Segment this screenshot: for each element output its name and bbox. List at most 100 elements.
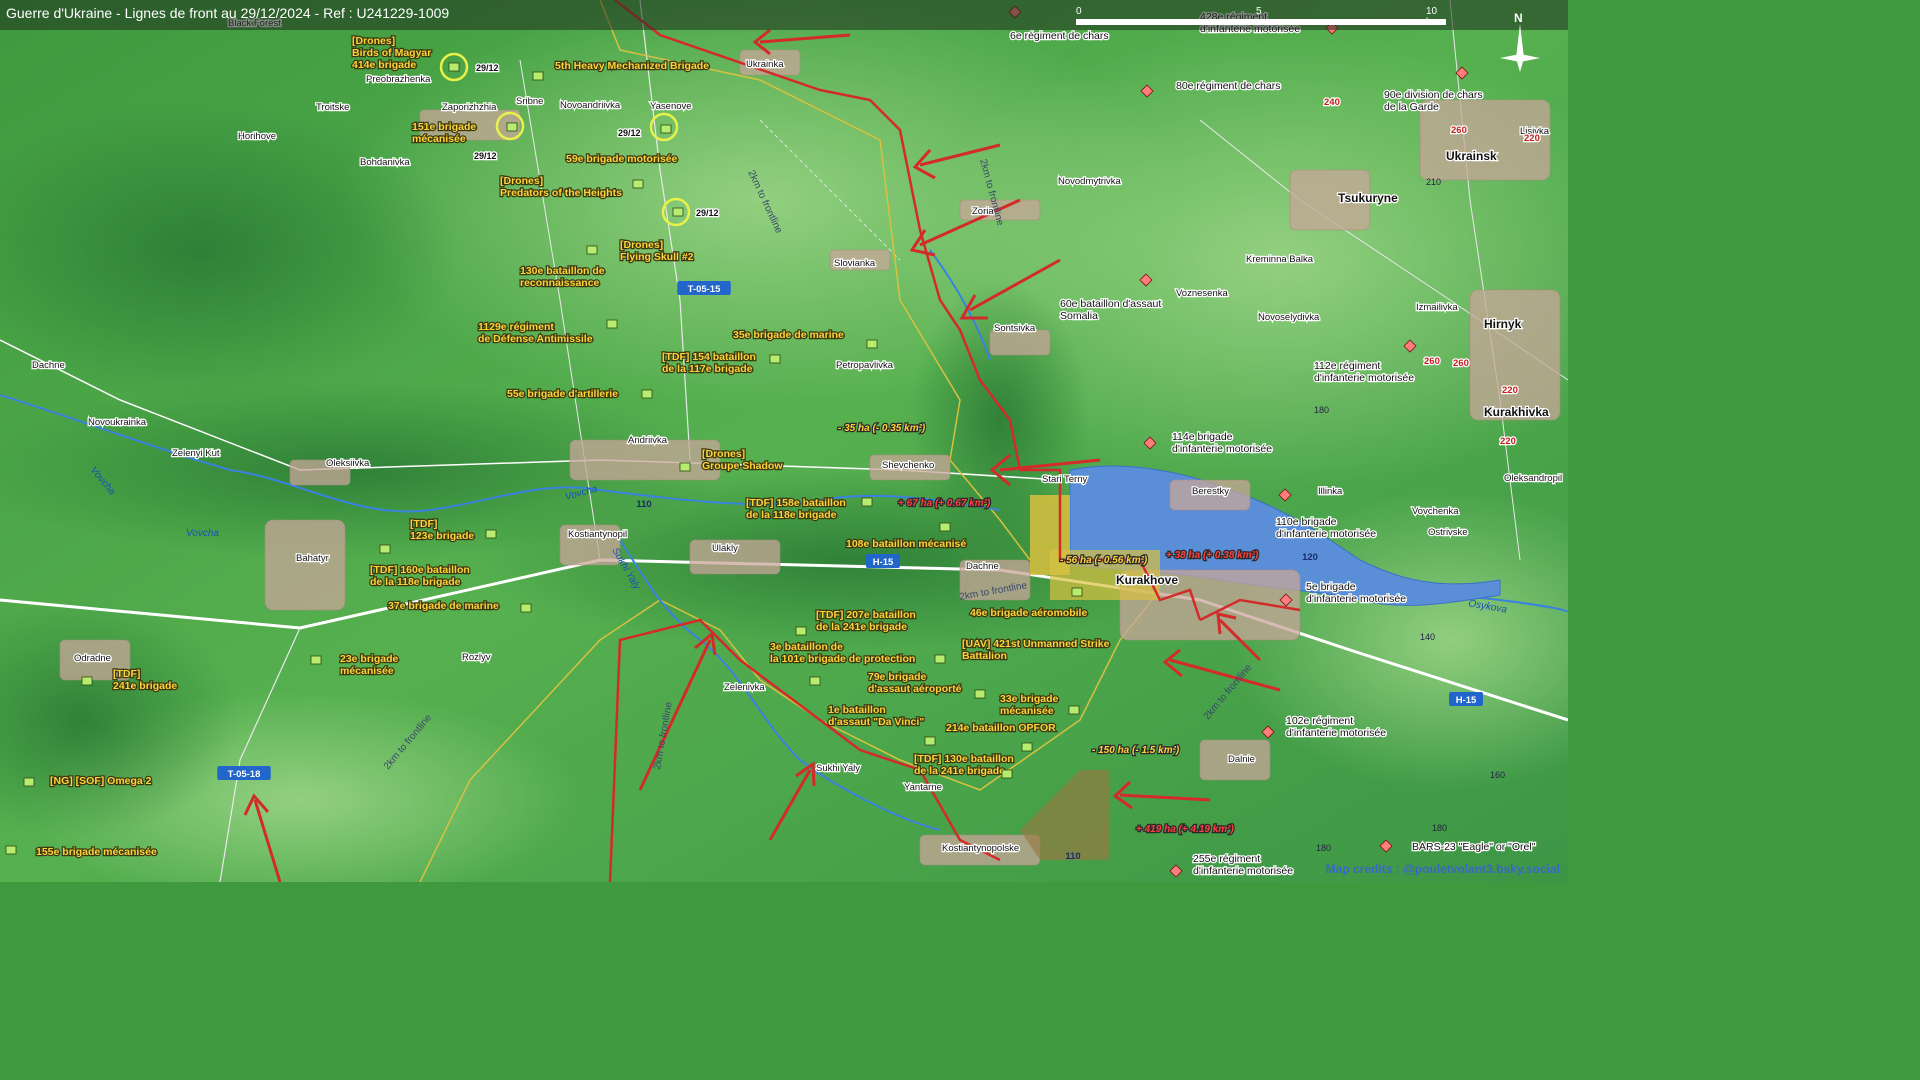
place-label: Berestky (1192, 486, 1229, 497)
ukr-unit-icon[interactable] (632, 179, 644, 189)
place-label: Tsukuryne (1338, 191, 1398, 205)
ukr-unit-icon[interactable] (485, 529, 497, 539)
place-label: Oleksandropil (1504, 473, 1562, 484)
ukr-unit-icon[interactable] (23, 777, 35, 787)
road-number: 120 (1302, 552, 1318, 563)
ukr-unit-label: reconnaissance (520, 277, 600, 289)
place-label: Illinka (1318, 486, 1343, 497)
ukr-unit-label: 3e bataillon de (770, 641, 843, 653)
terrain-layer (0, 0, 1568, 882)
place-label: Kreminna Balka (1246, 254, 1314, 265)
ukr-unit-icon[interactable] (974, 689, 986, 699)
ukr-unit-icon[interactable] (939, 522, 951, 532)
ukr-unit-label: [NG] [SOF] Omega 2 (50, 775, 152, 787)
road-number: 210 (1426, 177, 1441, 187)
ukr-unit-label: 123e brigade (410, 530, 474, 542)
ukr-unit-label: 214e bataillon OPFOR (946, 722, 1056, 734)
ukr-unit-icon[interactable] (1001, 769, 1013, 779)
compass-icon: N (1500, 11, 1540, 72)
rus-unit-label: 60e bataillon d'assaut (1060, 298, 1161, 310)
ukr-unit-label: Battalion (962, 650, 1007, 662)
place-label: Izmailivka (1416, 302, 1458, 313)
ukr-unit-label: Flying Skull #2 (620, 251, 694, 263)
place-label: Novoandriivka (560, 100, 621, 111)
ukr-unit-label: 37e brigade de marine (388, 600, 499, 612)
road-number: H-15 (873, 557, 894, 568)
ukr-unit-icon[interactable] (795, 626, 807, 636)
road-number: 180 (1432, 823, 1447, 833)
ukr-unit-icon[interactable] (520, 603, 532, 613)
ukr-unit-icon[interactable] (934, 654, 946, 664)
ukr-unit-icon[interactable] (924, 736, 936, 746)
ukr-unit-label: [UAV] 421st Unmanned Strike (962, 638, 1110, 650)
ukr-unit-label: 130e bataillon de (520, 265, 605, 277)
ukr-unit-icon[interactable] (866, 339, 878, 349)
ukr-unit-icon[interactable] (506, 122, 518, 132)
ukr-unit-label: 1129e régiment (478, 321, 554, 333)
place-label: Dachne (966, 561, 999, 572)
place-label: Bahatyr (296, 553, 329, 564)
ukr-unit-label: [TDF] (113, 668, 140, 680)
place-label: Vovchenka (1412, 506, 1459, 517)
north-label: N (1514, 11, 1523, 25)
road-number: H-15 (1456, 695, 1477, 706)
ukr-unit-icon[interactable] (5, 845, 17, 855)
road-number: 140 (1420, 632, 1435, 642)
ukr-unit-icon[interactable] (81, 676, 93, 686)
place-label: Zelenivka (724, 682, 765, 693)
map-credits: Map credits : @pouletvolant3.bsky.social (1325, 862, 1560, 876)
ukr-unit-icon[interactable] (809, 676, 821, 686)
scale-bar: 0 5 10 km (1076, 6, 1446, 30)
place-label: Andriivka (628, 435, 668, 446)
ukr-unit-icon[interactable] (769, 354, 781, 364)
ukr-unit-label: [Drones] (702, 448, 745, 460)
ukr-unit-label: 5th Heavy Mechanized Brigade (555, 60, 709, 72)
place-label: Kurakhivka (1484, 405, 1549, 419)
rus-unit-label: 90e division de chars (1384, 89, 1483, 101)
ukr-unit-icon[interactable] (310, 655, 322, 665)
area-change-label: + 419 ha (+ 4.19 km²) (1136, 824, 1235, 835)
ukr-unit-label: [TDF] 160e bataillon (370, 564, 470, 576)
title-bar: Guerre d'Ukraine - Lignes de front au 29… (0, 0, 1568, 30)
rus-unit-label: d'infanterie motorisée (1286, 727, 1386, 739)
map-canvas[interactable]: Preobrazhenka Zaporizhzhia Sribne Novoandri… (0, 0, 1568, 882)
ukr-unit-label: mécanisée (412, 133, 466, 145)
ukr-unit-icon[interactable] (1071, 587, 1083, 597)
place-label: Kostiantynopil (568, 529, 627, 540)
area-change-label: - 56 ha (- 0.56 km²) (1060, 555, 1148, 566)
rus-unit-label: 5e brigade (1306, 581, 1356, 593)
ukr-unit-label: 108e bataillon mécanisé (846, 538, 966, 550)
rus-unit-label: d'infanterie motorisée (1314, 372, 1414, 384)
rus-unit-label: 80e régiment de chars (1176, 80, 1280, 92)
ukr-unit-label: 33e brigade (1000, 693, 1059, 705)
road-number-red: 240 (1324, 97, 1340, 108)
ukr-unit-icon[interactable] (1021, 742, 1033, 752)
ukr-unit-icon[interactable] (606, 319, 618, 329)
ukr-unit-icon[interactable] (586, 245, 598, 255)
ukr-unit-label: [TDF] 158e bataillon (746, 497, 846, 509)
place-label: Shevchenko (882, 460, 934, 471)
ukr-unit-icon[interactable] (672, 207, 684, 217)
ukr-unit-icon[interactable] (861, 497, 873, 507)
ukr-unit-icon[interactable] (1068, 705, 1080, 715)
ukr-unit-label: de la 118e brigade (746, 509, 837, 521)
ukr-unit-icon[interactable] (679, 462, 691, 472)
ukr-unit-icon[interactable] (660, 124, 672, 134)
place-label: Yasenove (650, 101, 692, 112)
ukr-unit-label: [TDF] 130e bataillon (914, 753, 1014, 765)
place-label: Stari Terny (1042, 474, 1087, 485)
ukr-unit-label: 414e brigade (352, 59, 416, 71)
ukr-unit-icon[interactable] (532, 71, 544, 81)
place-label: Bohdanivka (360, 157, 410, 168)
ukr-unit-icon[interactable] (379, 544, 391, 554)
road-number: 110 (1065, 851, 1080, 862)
scale-label-10: 10 km (1426, 6, 1440, 28)
ukr-unit-label: [Drones] (620, 239, 663, 251)
ukr-unit-label: Birds of Magyar (352, 47, 431, 59)
rus-unit-label: d'infanterie motorisée (1193, 865, 1293, 877)
ukr-unit-icon[interactable] (641, 389, 653, 399)
rus-unit-label: d'infanterie motorisée (1172, 443, 1272, 455)
ukr-unit-icon[interactable] (448, 62, 460, 72)
ukr-unit-label: d'assaut aéroporté (868, 683, 962, 695)
place-label: Preobrazhenka (366, 74, 431, 85)
